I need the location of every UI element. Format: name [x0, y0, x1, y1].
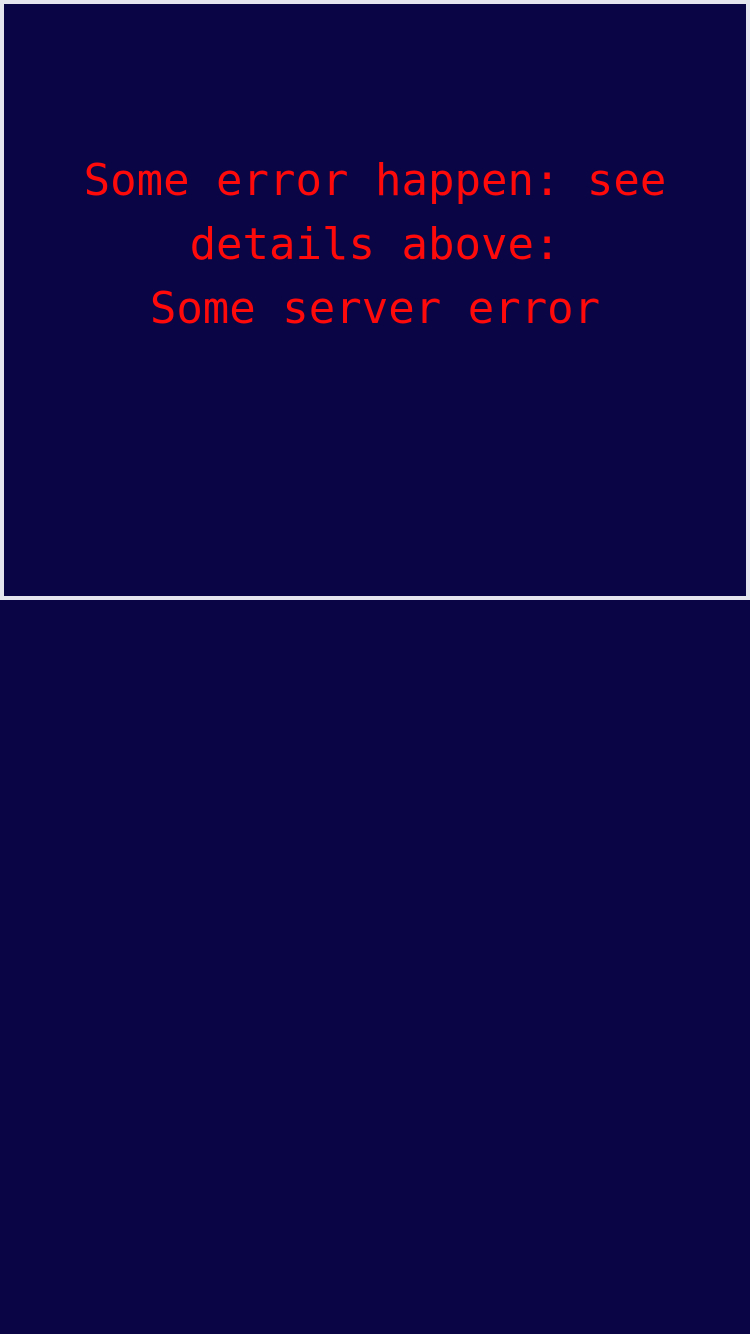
error-panel: Some error happen: see details above: So… — [0, 0, 750, 600]
server-error-message: Some server error — [149, 283, 601, 334]
error-message: Some error happen: see details above: So… — [55, 149, 695, 341]
app-screen: Some error happen: see details above: So… — [0, 0, 750, 1334]
error-message-line: Some error happen: see — [83, 155, 667, 206]
error-message-line: details above: — [189, 219, 561, 270]
